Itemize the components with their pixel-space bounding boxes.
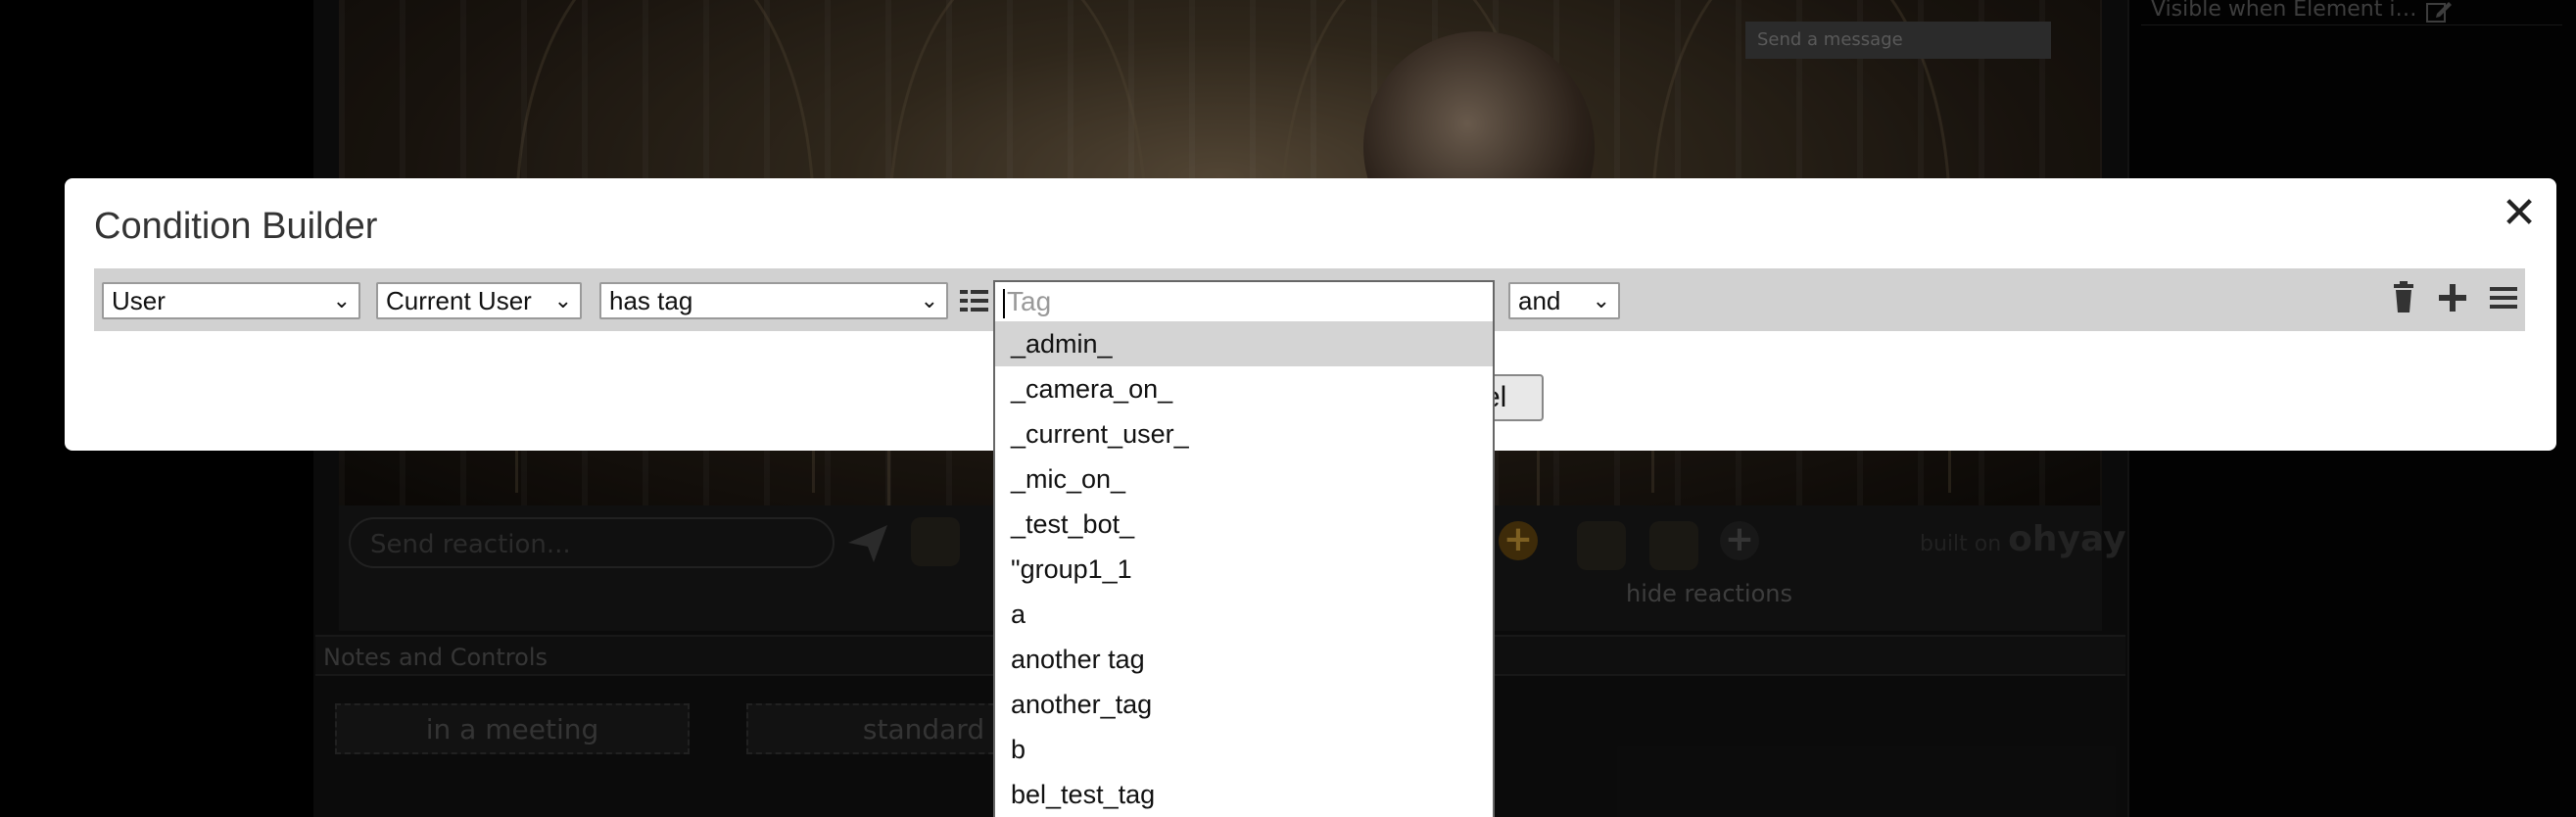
modal-title: Condition Builder [94, 206, 378, 247]
dropdown-option[interactable]: another tag [995, 637, 1493, 682]
subject-select[interactable]: User ⌄ [102, 282, 360, 319]
plus-icon[interactable] [2435, 280, 2470, 315]
dropdown-option[interactable]: bel_test_tag [995, 772, 1493, 817]
tag-input-placeholder: Tag [1007, 286, 1052, 316]
hamburger-icon[interactable] [2486, 280, 2521, 315]
dropdown-option[interactable]: _camera_on_ [995, 366, 1493, 411]
dropdown-option[interactable]: b [995, 727, 1493, 772]
logic-select-value: and [1518, 286, 1561, 315]
dropdown-option[interactable]: _admin_ [995, 321, 1493, 366]
target-select[interactable]: Current User ⌄ [376, 282, 582, 319]
subject-select-value: User [112, 286, 166, 315]
chevron-down-icon: ⌄ [920, 288, 938, 312]
text-caret [1003, 288, 1005, 318]
operator-select-value: has tag [609, 286, 693, 315]
chevron-down-icon: ⌄ [553, 288, 572, 312]
logic-select[interactable]: and ⌄ [1508, 282, 1620, 319]
operator-select[interactable]: has tag ⌄ [599, 282, 948, 319]
close-icon[interactable]: ✕ [2498, 192, 2541, 235]
dropdown-option[interactable]: "group1_1 [995, 547, 1493, 592]
dropdown-option[interactable]: _current_user_ [995, 411, 1493, 457]
dropdown-option[interactable]: _mic_on_ [995, 457, 1493, 502]
chevron-down-icon: ⌄ [1592, 288, 1610, 312]
tag-dropdown-list: _admin_ _camera_on_ _current_user_ _mic_… [993, 321, 1495, 817]
dropdown-option[interactable]: _test_bot_ [995, 502, 1493, 547]
chevron-down-icon: ⌄ [332, 288, 351, 312]
dropdown-option[interactable]: another_tag [995, 682, 1493, 727]
list-icon[interactable] [958, 284, 991, 317]
trash-icon[interactable] [2386, 280, 2421, 315]
target-select-value: Current User [386, 286, 532, 315]
dropdown-option[interactable]: a [995, 592, 1493, 637]
tag-input[interactable]: Tag [993, 280, 1495, 323]
